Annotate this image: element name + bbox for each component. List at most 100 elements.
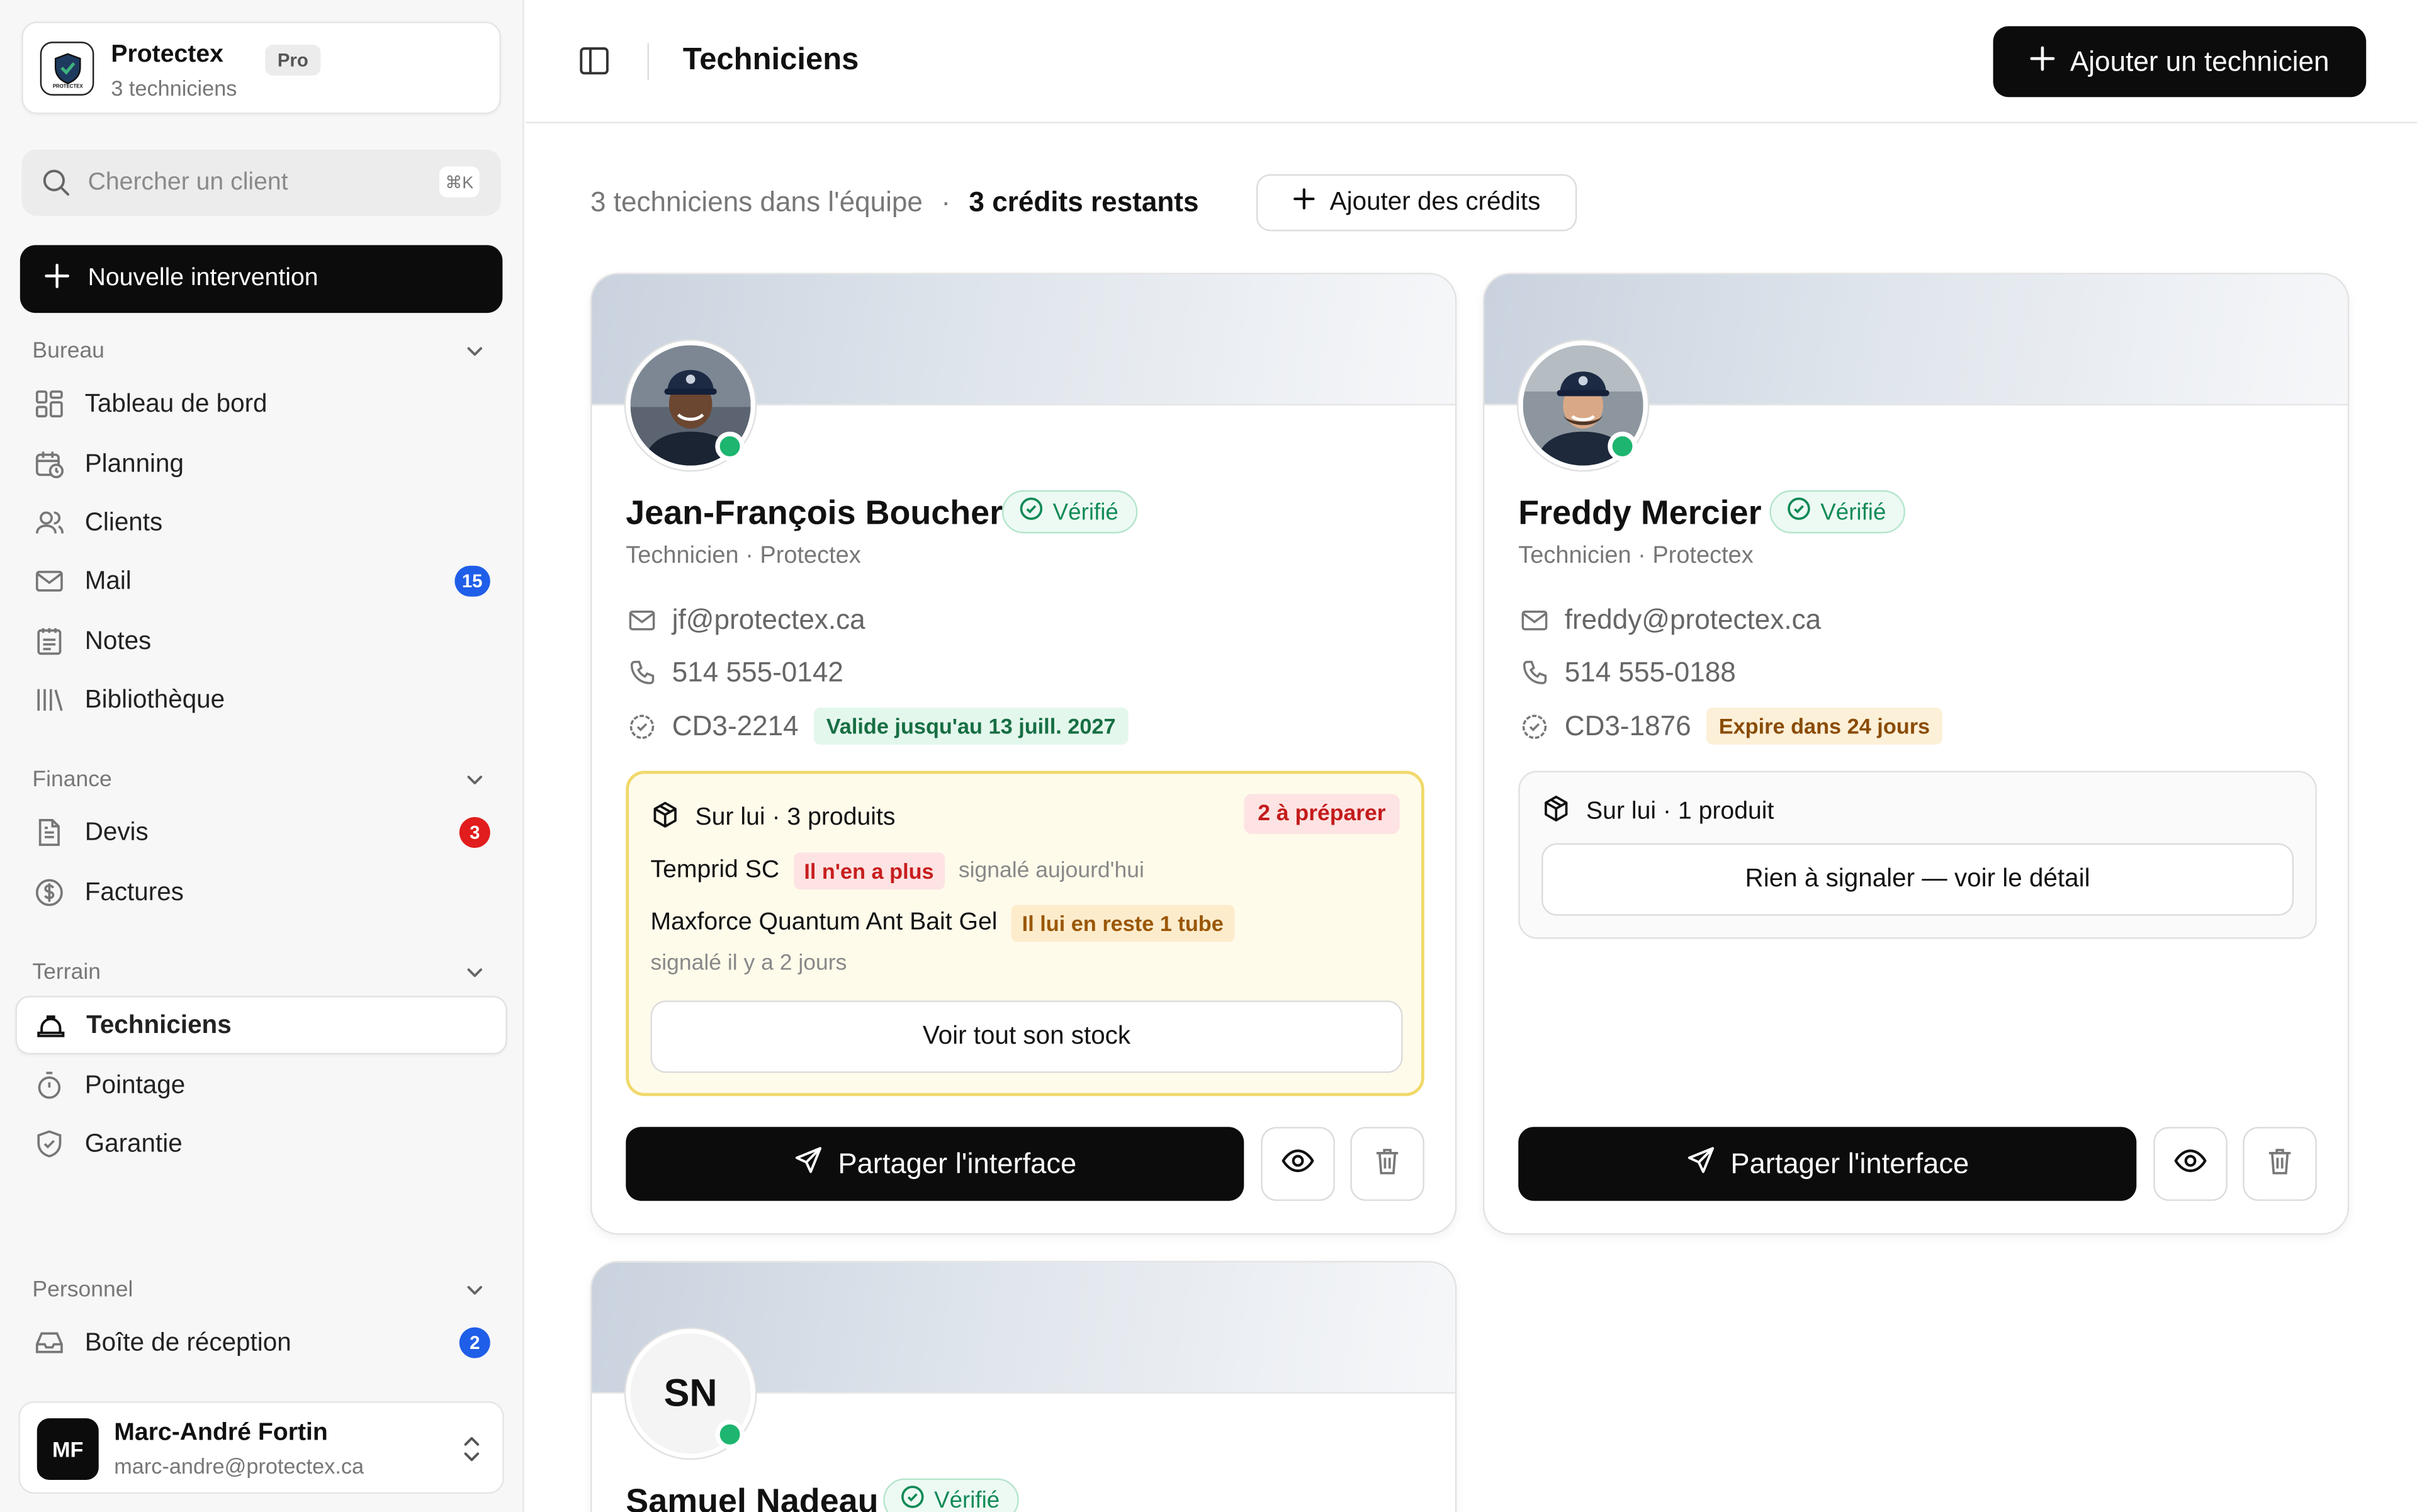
chevron-down-icon[interactable] [464,1280,485,1309]
section-title-personnel: Personnel [32,1278,133,1303]
technician-phone[interactable]: 514 555-0142 [672,657,843,689]
technician-name: Samuel Nadeau [626,1481,879,1512]
search-shortcut: ⌘K [439,166,480,198]
search-box[interactable]: ⌘K [21,149,501,216]
sidebar-item-techniciens[interactable]: Techniciens [15,996,507,1055]
technician-name: Jean-François Boucher [626,493,1003,532]
technician-card: Freddy Mercier Vérifié Technicien · Prot… [1482,273,2350,1235]
add-credits-button[interactable]: Ajouter des crédits [1256,174,1577,232]
list-item: Maxforce Quantum Ant Bait Gel Il lui en … [650,905,1234,942]
phone-icon [1518,658,1549,688]
sidebar-item-tableau-de-bord[interactable]: Tableau de bord [15,375,507,433]
verified-badge: Vérifié [883,1478,1018,1512]
users-icon [32,505,66,539]
sidebar-item-clients[interactable]: Clients [15,494,507,552]
stock-title: Sur lui · 1 produit [1586,798,1774,825]
dashboard-icon [32,387,66,421]
send-icon [1686,1146,1715,1183]
sidebar-item-label: Planning [84,449,184,477]
sidebar-item-label: Clients [84,507,163,536]
share-interface-button[interactable]: Partager l'interface [626,1127,1244,1201]
new-intervention-label: Nouvelle intervention [87,265,318,291]
trash-icon [2265,1144,2296,1183]
sidebar-item-label: Techniciens [86,1010,232,1039]
product-name: Maxforce Quantum Ant Bait Gel [650,909,998,936]
hard-hat-icon [34,1008,68,1042]
stock-panel: Sur lui · 3 produits 2 à préparer Tempri… [626,770,1424,1097]
sidebar-item-boite-de-reception[interactable]: Boîte de réception 2 [15,1314,507,1372]
online-status-dot [1608,431,1637,461]
separator: · [941,186,951,218]
chevron-down-icon[interactable] [464,769,485,799]
technician-email-row: freddy@protectex.ca [1518,604,1821,636]
technician-phone[interactable]: 514 555-0188 [1565,657,1736,689]
product-status-badge: Il lui en reste 1 tube [1011,905,1234,942]
section-title-finance: Finance [32,767,112,793]
user-menu[interactable]: MF Marc-André Fortin marc-andre@protecte… [18,1401,504,1494]
badge-check-icon [626,711,656,741]
check-circle-icon [1786,497,1811,528]
org-name: Protectex [111,42,223,68]
sidebar-item-label: Tableau de bord [84,389,268,417]
new-intervention-button[interactable]: Nouvelle intervention [20,245,503,313]
stock-header: Sur lui · 1 produit [1541,794,1774,831]
sidebar-item-label: Mail [84,567,132,595]
mail-icon [1518,606,1549,635]
sidebar-item-factures[interactable]: Factures [15,863,507,922]
stock-title: Sur lui · 3 produits [695,804,896,832]
add-technician-label: Ajouter un technicien [2070,45,2330,77]
product-name: Temprid SC [650,857,780,884]
delete-button[interactable] [2243,1127,2317,1201]
sidebar-toggle-icon[interactable] [578,45,610,85]
technician-email[interactable]: freddy@protectex.ca [1565,604,1821,636]
technician-card: Jean-François Boucher Vérifié Technicien… [590,273,1457,1235]
verified-label: Vérifié [934,1487,1000,1512]
user-email: marc-andre@protectex.ca [114,1453,364,1479]
view-button[interactable] [2153,1127,2228,1201]
share-interface-button[interactable]: Partager l'interface [1518,1127,2137,1201]
view-stock-detail-button[interactable]: Rien à signaler — voir le détail [1541,843,2294,916]
sidebar-item-label: Pointage [84,1070,186,1098]
section-title-terrain: Terrain [32,960,101,985]
technician-role: Technicien · Protectex [626,543,861,569]
notepad-icon [32,624,66,658]
org-switcher[interactable]: PROTECTEX Protectex Pro 3 techniciens [21,21,501,115]
verified-badge: Vérifié [1001,490,1137,534]
plan-badge: Pro [265,45,321,76]
view-button[interactable] [1261,1127,1335,1201]
chevron-down-icon[interactable] [464,341,485,370]
technician-email[interactable]: jf@protectex.ca [672,604,865,636]
delete-button[interactable] [1350,1127,1424,1201]
search-input[interactable] [87,149,427,216]
package-icon [650,800,680,837]
calendar-clock-icon [32,447,66,481]
dollar-circle-icon [32,876,66,910]
sidebar-item-notes[interactable]: Notes [15,612,507,670]
sidebar-item-planning[interactable]: Planning [15,435,507,494]
sidebar: PROTECTEX Protectex Pro 3 techniciens ⌘K… [0,0,524,1512]
list-item: Temprid SC Il n'en a plus signalé aujour… [650,852,1144,890]
stock-panel: Sur lui · 1 produit Rien à signaler — vo… [1518,770,2317,939]
section-title-bureau: Bureau [32,339,104,364]
certificate-status-badge: Expire dans 24 jours [1706,708,1942,745]
check-circle-icon [1019,497,1044,528]
timer-icon [32,1068,66,1102]
check-circle-icon [900,1484,925,1512]
plus-icon [2030,45,2055,77]
shield-check-icon [32,1127,66,1161]
sidebar-item-mail[interactable]: Mail 15 [15,552,507,611]
view-stock-button[interactable]: Voir tout son stock [650,1000,1403,1073]
sidebar-item-devis[interactable]: Devis 3 [15,803,507,862]
plus-icon [1293,188,1314,218]
divider [647,43,650,81]
reported-time: signalé il y a 2 jours [650,951,847,976]
search-icon [42,168,71,205]
add-technician-button[interactable]: Ajouter un technicien [1993,26,2367,98]
chevron-down-icon[interactable] [464,962,485,991]
sidebar-item-garantie[interactable]: Garantie [15,1115,507,1173]
team-summary: 3 techniciens dans l'équipe · 3 crédits … [590,186,1199,218]
send-icon [793,1146,823,1183]
sidebar-item-bibliotheque[interactable]: Bibliothèque [15,670,507,729]
sidebar-item-pointage[interactable]: Pointage [15,1056,507,1115]
avatar: MF [37,1418,99,1481]
